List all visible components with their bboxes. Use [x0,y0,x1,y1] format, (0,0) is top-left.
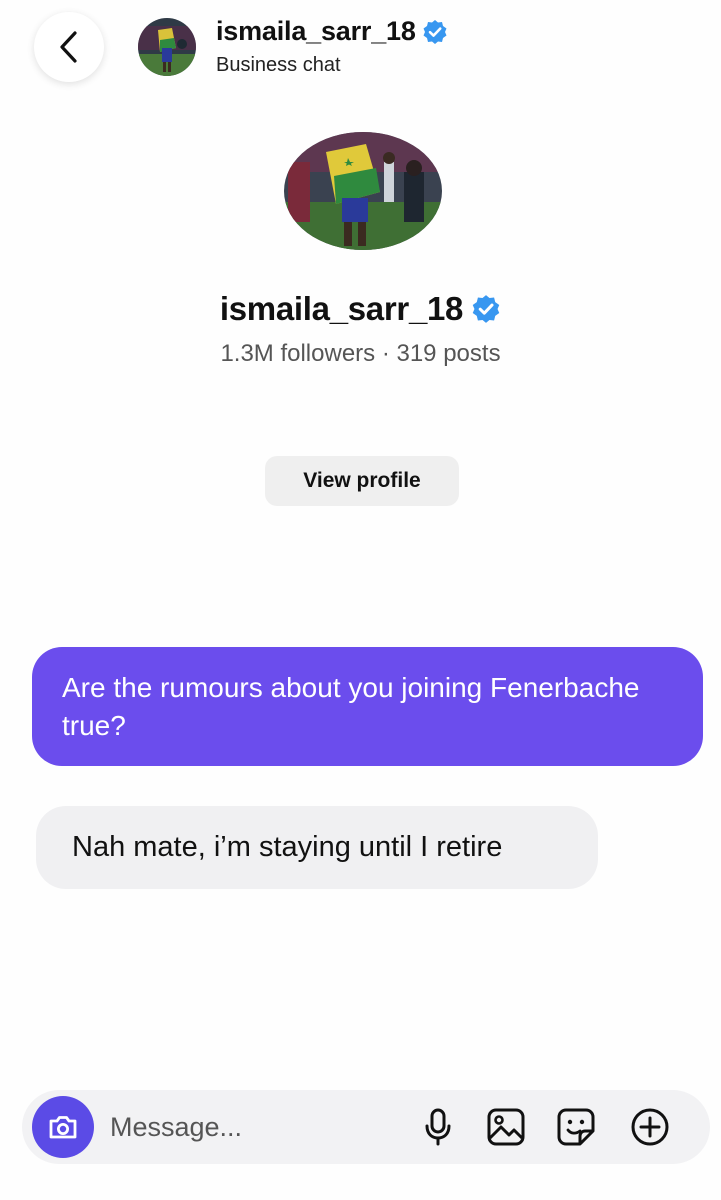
gallery-button[interactable] [484,1105,528,1149]
verified-badge-icon [423,19,447,44]
header-username: ismaila_sarr_18 [216,16,416,46]
header-subtitle: Business chat [216,54,341,76]
sticker-icon [557,1108,595,1146]
microphone-icon [425,1108,451,1146]
message-composer [22,1090,710,1164]
add-button[interactable] [628,1105,672,1149]
header-avatar[interactable] [138,18,196,76]
message-input[interactable] [110,1104,410,1150]
profile-username: ismaila_sarr_18 [219,290,464,327]
sent-message-bubble[interactable]: Are the rumours about you joining Fenerb… [32,647,703,766]
add-icon [631,1108,669,1146]
view-profile-button[interactable]: View profile [265,456,459,506]
camera-button[interactable] [32,1096,94,1158]
profile-stats: 1.3M followers · 319 posts [220,340,501,367]
profile-title: ismaila_sarr_18 [0,290,721,328]
verified-badge-icon [472,295,500,323]
profile-avatar[interactable] [284,132,442,250]
received-message-bubble[interactable]: Nah mate, i’m staying until I retire [36,806,598,889]
header-title[interactable]: ismaila_sarr_18 [216,16,448,47]
gallery-icon [487,1108,525,1146]
microphone-button[interactable] [416,1105,460,1149]
profile-photo [284,132,442,250]
chevron-left-icon [60,31,77,63]
profile-photo [138,18,196,76]
sticker-button[interactable] [554,1105,598,1149]
camera-icon [49,1116,77,1139]
chat-screen: ismaila_sarr_18 Business chat ismaila_sa… [0,0,721,1200]
back-button[interactable] [34,12,104,82]
